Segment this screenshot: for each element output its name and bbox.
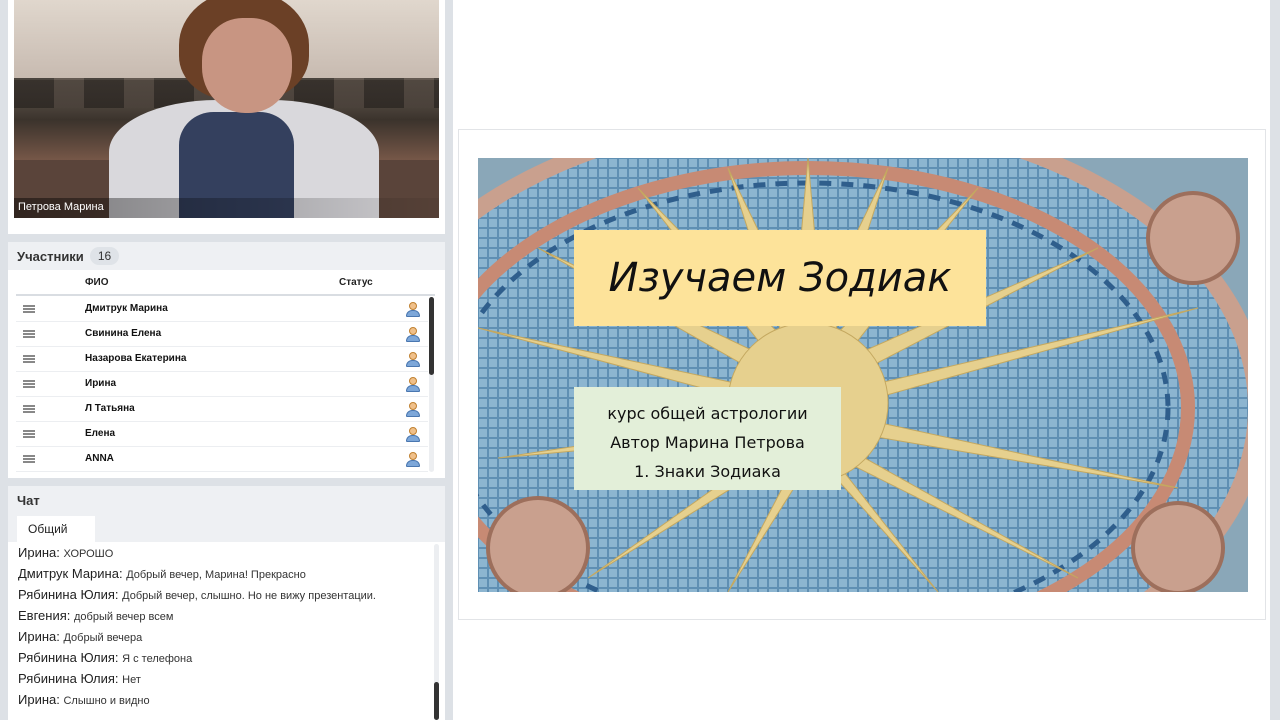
slide-frame: Изучаем Зодиак курс общей астрологии Авт…	[458, 129, 1266, 620]
slide-line-topic: 1. Знаки Зодиака	[634, 462, 781, 481]
participant-row[interactable]: Свинина Елена	[16, 322, 428, 347]
user-icon	[406, 452, 420, 467]
menu-handle-icon[interactable]	[23, 380, 35, 388]
participant-row[interactable]: ANNA	[16, 447, 428, 472]
chat-message: Евгения: добрый вечер всем	[18, 605, 433, 626]
chat-author: Дмитрук Марина:	[18, 566, 123, 581]
chat-text: Добрый вечер, слышно. Но не вижу презент…	[122, 590, 376, 602]
chat-message: Ирина: ХОРОШО	[18, 542, 433, 563]
participants-header: Участники 16	[8, 242, 445, 270]
participant-name: Ирина	[85, 378, 117, 389]
slide[interactable]: Изучаем Зодиак курс общей астрологии Авт…	[478, 158, 1248, 592]
chat-message: Дмитрук Марина: Добрый вечер, Марина! Пр…	[18, 563, 433, 584]
slide-info-box: курс общей астрологии Автор Марина Петро…	[574, 387, 841, 490]
chat-message: Рябинина Юлия: Добрый вечер, слышно. Но …	[18, 584, 433, 605]
menu-handle-icon[interactable]	[23, 455, 35, 463]
participants-scrollbar[interactable]	[429, 297, 434, 472]
participant-name: Свинина Елена	[85, 328, 162, 339]
chat-title: Чат	[17, 492, 40, 508]
chat-author: Рябинина Юлия:	[18, 587, 119, 602]
chat-message: Рябинина Юлия: Я с телефона	[18, 647, 433, 668]
chat-author: Ирина:	[18, 629, 60, 644]
chat-text: Добрый вечера	[63, 632, 143, 644]
chat-text: ХОРОШО	[63, 548, 114, 560]
user-icon	[406, 402, 420, 417]
tab-general[interactable]: Общий	[17, 516, 95, 542]
participant-name: Назарова Екатерина	[85, 353, 187, 364]
chat-panel: Чат Общий Ирина: ХОРОШО Дмитрук Марина: …	[8, 486, 445, 720]
user-icon	[406, 302, 420, 317]
slide-line-course: курс общей астрологии	[607, 404, 808, 423]
chat-text: Я с телефона	[122, 653, 193, 665]
slide-line-author: Автор Марина Петрова	[610, 433, 805, 452]
chat-header: Чат	[8, 486, 445, 514]
participant-row[interactable]: Елена	[16, 422, 428, 447]
chat-scrollbar[interactable]	[434, 544, 439, 720]
participant-name: Л Татьяна	[85, 403, 135, 414]
user-icon	[406, 427, 420, 442]
participants-title: Участники	[17, 248, 84, 264]
participants-count-badge: 16	[89, 247, 120, 265]
chat-text: Нет	[122, 674, 141, 686]
chat-text: Слышно и видно	[63, 695, 150, 707]
video-panel: Петрова Марина	[8, 0, 445, 234]
menu-handle-icon[interactable]	[23, 330, 35, 338]
chat-message: Рябинина Юлия: Нет	[18, 668, 433, 689]
participants-panel: Участники 16 ФИО Статус Дмитрук Марина С…	[8, 242, 445, 478]
participants-column-header: ФИО Статус	[16, 270, 435, 296]
chat-message: Ирина: Слышно и видно	[18, 689, 433, 710]
participants-scroll-thumb[interactable]	[429, 297, 434, 375]
chat-message: Ирина: Добрый вечера	[18, 626, 433, 647]
menu-handle-icon[interactable]	[23, 305, 35, 313]
participant-row[interactable]: Назарова Екатерина	[16, 347, 428, 372]
menu-handle-icon[interactable]	[23, 355, 35, 363]
participant-row[interactable]: Л Татьяна	[16, 397, 428, 422]
participant-name: ANNA	[85, 453, 114, 464]
chat-author: Ирина:	[18, 545, 60, 560]
menu-handle-icon[interactable]	[23, 405, 35, 413]
participants-list: Дмитрук Марина Свинина Елена Назарова Ек…	[16, 297, 428, 472]
chat-author: Евгения:	[18, 608, 71, 623]
menu-handle-icon[interactable]	[23, 430, 35, 438]
participant-row[interactable]: Ирина	[16, 372, 428, 397]
chat-author: Рябинина Юлия:	[18, 650, 119, 665]
participant-name: Елена	[85, 428, 116, 439]
user-icon	[406, 352, 420, 367]
speaker-name: Петрова Марина	[14, 198, 439, 218]
mosaic-sun-background	[478, 158, 1248, 592]
chat-text: Добрый вечер, Марина! Прекрасно	[126, 569, 306, 581]
column-name-header[interactable]: ФИО	[85, 277, 109, 288]
column-status-header[interactable]: Статус	[339, 277, 373, 288]
presentation-area: Изучаем Зодиак курс общей астрологии Авт…	[453, 0, 1270, 720]
slide-title: Изучаем Зодиак	[608, 255, 952, 301]
chat-author: Ирина:	[18, 692, 60, 707]
speaker-video[interactable]: Петрова Марина	[14, 0, 439, 218]
chat-author: Рябинина Юлия:	[18, 671, 119, 686]
user-icon	[406, 327, 420, 342]
chat-tabs: Общий	[8, 514, 445, 542]
speaker-figure-face	[202, 18, 292, 113]
chat-text: добрый вечер всем	[73, 611, 174, 623]
page-scrollbar[interactable]	[1270, 0, 1280, 720]
chat-messages: Ирина: ХОРОШО Дмитрук Марина: Добрый веч…	[18, 542, 433, 720]
user-icon	[406, 377, 420, 392]
participant-name: Дмитрук Марина	[85, 303, 168, 314]
slide-title-box: Изучаем Зодиак	[574, 230, 986, 326]
participant-row[interactable]: Дмитрук Марина	[16, 297, 428, 322]
chat-scroll-thumb[interactable]	[434, 682, 439, 720]
